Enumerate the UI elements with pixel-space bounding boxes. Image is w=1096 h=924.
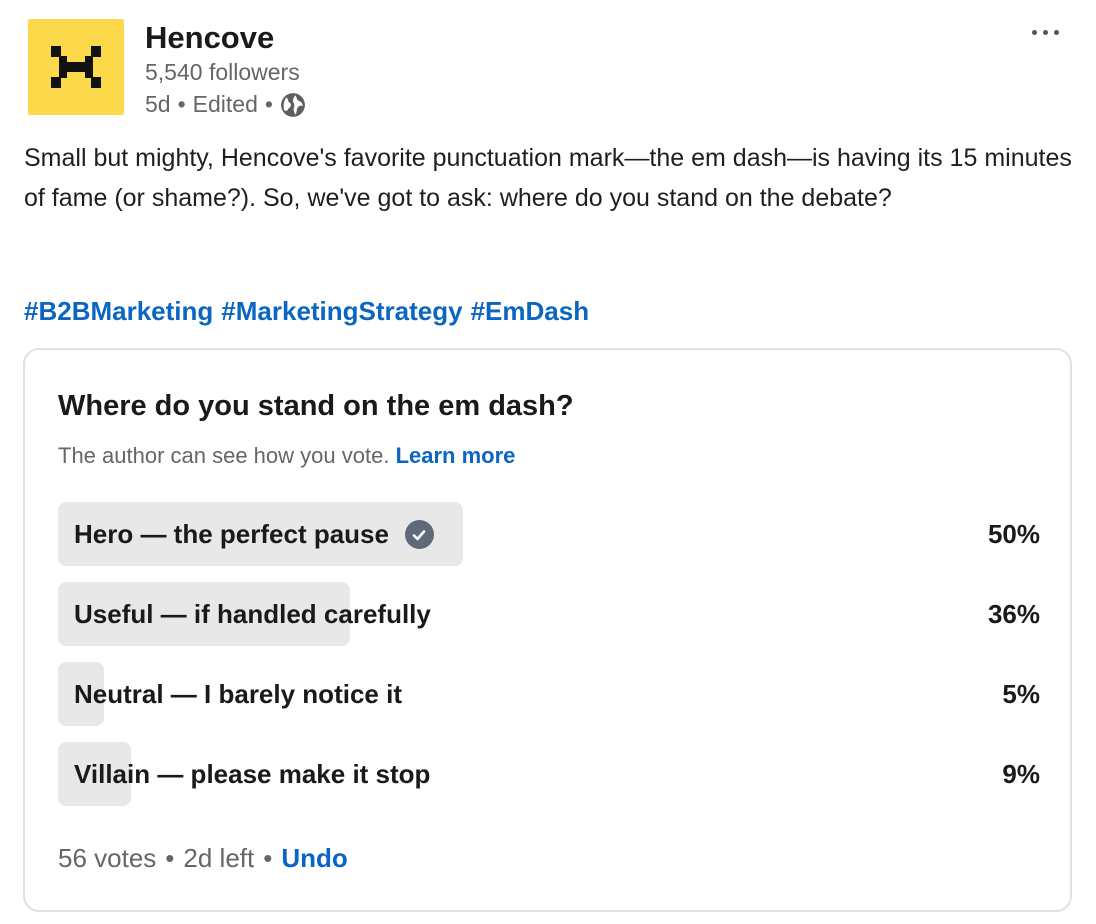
post-age: 5d <box>145 91 171 117</box>
poll-note-text: The author can see how you vote. <box>58 443 390 468</box>
poll-option-percent: 50% <box>987 519 1040 549</box>
poll-option-label: Neutral — I barely notice it <box>74 679 402 709</box>
globe-icon <box>281 92 305 117</box>
poll-option-percent: 9% <box>1002 759 1040 789</box>
footer-separator: • <box>263 843 273 873</box>
hashtag-list: #B2BMarketing #MarketingStrategy #EmDash <box>24 296 589 327</box>
footer-separator: • <box>165 843 175 873</box>
hencove-h-logo-icon <box>51 46 101 88</box>
company-name[interactable]: Hencove <box>145 20 274 56</box>
more-options-icon[interactable] <box>1024 14 1066 50</box>
undo-vote-button[interactable]: Undo <box>281 843 347 874</box>
poll-option[interactable]: Useful — if handled carefully 36% <box>58 582 1040 646</box>
poll-option-label: Useful — if handled carefully <box>74 599 431 629</box>
meta-separator: • <box>264 91 273 117</box>
poll-card: Where do you stand on the em dash? The a… <box>23 348 1072 912</box>
poll-option[interactable]: Villain — please make it stop 9% <box>58 742 1040 806</box>
learn-more-link[interactable]: Learn more <box>396 443 516 468</box>
poll-option-label: Villain — please make it stop <box>74 759 431 789</box>
post-text: Small but mighty, Hencove's favorite pun… <box>24 144 1072 212</box>
hashtag-link[interactable]: #EmDash <box>471 296 590 327</box>
company-logo[interactable] <box>28 19 124 115</box>
poll-option-percent: 36% <box>987 599 1040 629</box>
hashtag-link[interactable]: #B2BMarketing <box>24 296 213 327</box>
poll-option[interactable]: Neutral — I barely notice it 5% <box>58 662 1040 726</box>
time-left: 2d left <box>183 843 255 873</box>
poll-option-label: Hero — the perfect pause <box>74 519 389 549</box>
poll-visibility-note: The author can see how you vote. Learn m… <box>58 443 515 469</box>
selected-check-icon <box>404 520 434 549</box>
edited-label: Edited <box>192 91 258 117</box>
hashtag-link[interactable]: #MarketingStrategy <box>221 296 462 327</box>
poll-option[interactable]: Hero — the perfect pause 50% <box>58 502 1040 566</box>
poll-option-percent: 5% <box>1002 679 1040 709</box>
post-meta: 5d • Edited • <box>145 91 306 118</box>
meta-separator: • <box>177 91 186 117</box>
poll-question: Where do you stand on the em dash? <box>58 390 574 422</box>
follower-count: 5,540 followers <box>145 59 300 85</box>
poll-footer: 56 votes • 2d left • Undo <box>58 843 348 874</box>
vote-count: 56 votes <box>58 843 157 873</box>
